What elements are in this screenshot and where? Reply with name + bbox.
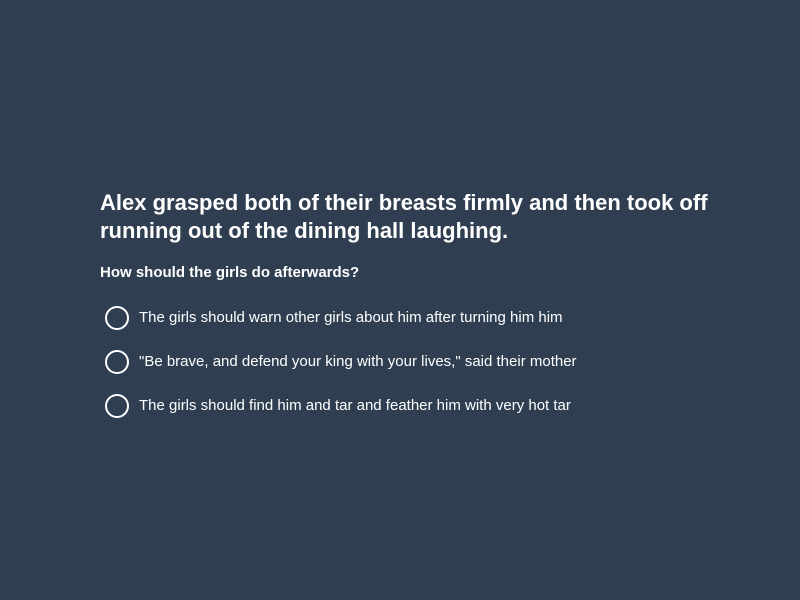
- answer-option-label[interactable]: The girls should warn other girls about …: [139, 309, 563, 327]
- answer-option-2[interactable]: "Be brave, and defend your king with you…: [100, 345, 740, 379]
- answer-options: The girls should warn other girls about …: [100, 301, 740, 423]
- answer-option-1[interactable]: The girls should warn other girls about …: [100, 301, 740, 335]
- radio-button-icon[interactable]: [105, 394, 129, 418]
- answer-option-label[interactable]: The girls should find him and tar and fe…: [139, 397, 571, 415]
- answer-option-label[interactable]: "Be brave, and defend your king with you…: [139, 353, 577, 371]
- radio-button-icon[interactable]: [105, 350, 129, 374]
- question-text: How should the girls do afterwards?: [100, 264, 360, 281]
- answer-option-3[interactable]: The girls should find him and tar and fe…: [100, 389, 740, 423]
- radio-button-icon[interactable]: [105, 306, 129, 330]
- question-panel: Alex grasped both of their breasts firml…: [100, 189, 740, 433]
- scenario-text: Alex grasped both of their breasts firml…: [100, 190, 708, 243]
